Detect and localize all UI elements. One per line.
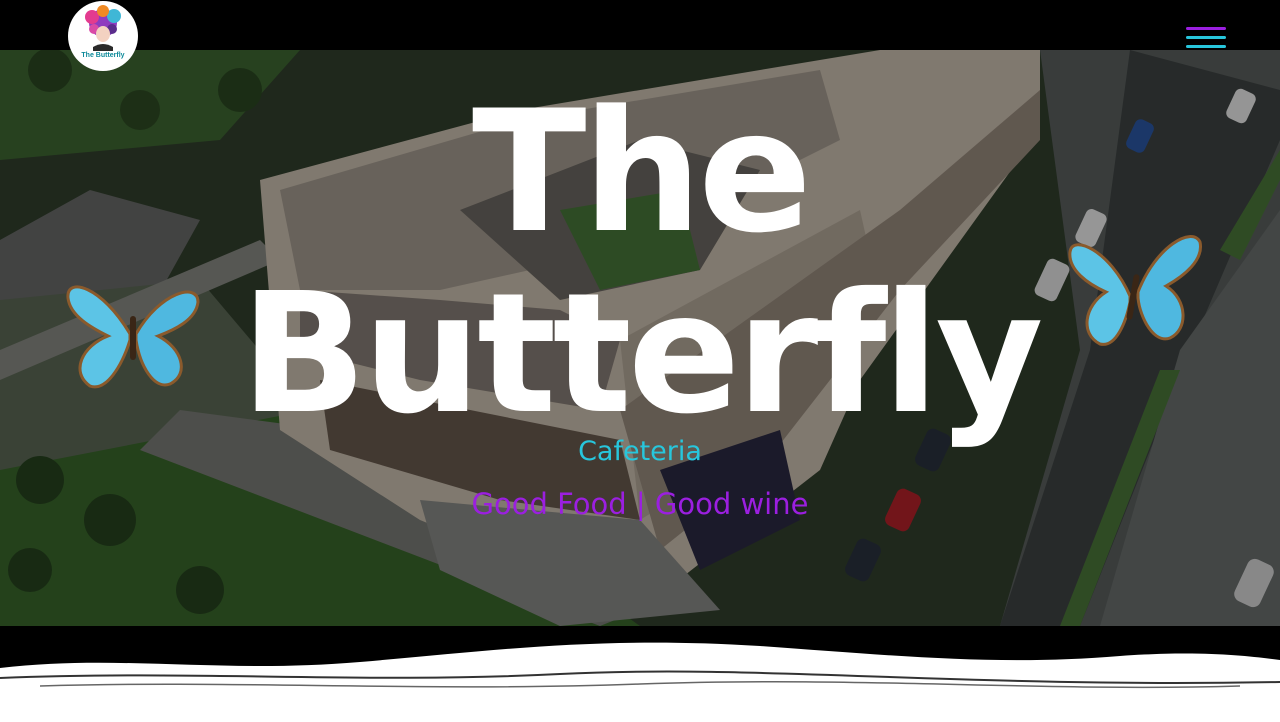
logo-text: The Butterfly — [81, 52, 125, 59]
menu-line-middle — [1186, 36, 1226, 39]
hero-tagline: Good Food | Good wine — [471, 487, 809, 521]
butterfly-right-icon — [1068, 235, 1202, 346]
header-bar — [0, 0, 1280, 50]
site-logo[interactable]: The Butterfly — [68, 1, 138, 71]
footer-brush-divider — [0, 626, 1280, 722]
butterfly-left-icon — [66, 285, 200, 389]
logo-woman-icon — [85, 5, 121, 51]
hamburger-menu-icon[interactable] — [1184, 25, 1228, 57]
menu-line-bottom — [1186, 45, 1226, 48]
hero-subtitle: Cafeteria — [578, 436, 702, 467]
menu-line-top — [1186, 27, 1226, 30]
